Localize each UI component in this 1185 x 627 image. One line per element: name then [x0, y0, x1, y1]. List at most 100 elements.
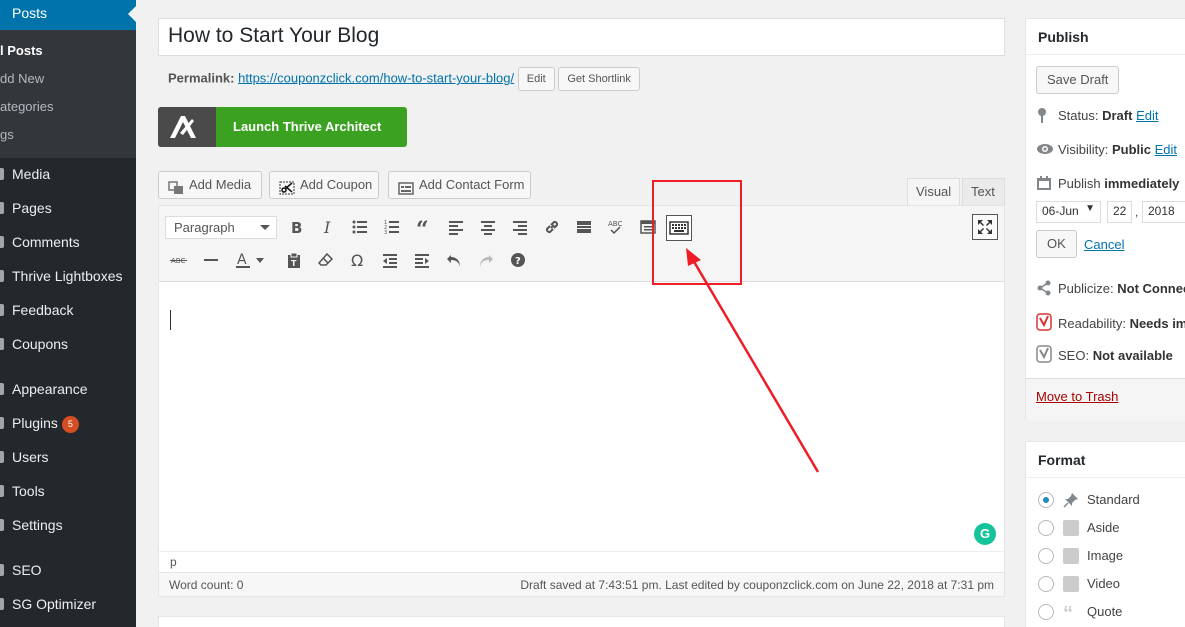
sidebar-item-users[interactable]: Users: [0, 444, 136, 470]
format-select[interactable]: Paragraph: [165, 216, 277, 239]
publish-actions: Move to Trash: [1026, 378, 1185, 421]
edit-permalink-button[interactable]: Edit: [517, 67, 555, 91]
format-option-standard[interactable]: Standard: [1038, 490, 1140, 510]
submenu-categories[interactable]: ategories: [0, 97, 136, 117]
align-right-icon[interactable]: [508, 215, 532, 239]
radio-image[interactable]: [1038, 548, 1054, 564]
date-separator: ,: [1135, 205, 1139, 219]
italic-button[interactable]: I: [316, 215, 340, 239]
video-icon: [1063, 576, 1079, 592]
undo-icon[interactable]: [442, 248, 466, 272]
sidebar-item-comments[interactable]: Comments: [0, 229, 136, 255]
thrive-logo-icon: [158, 107, 216, 147]
add-coupon-button[interactable]: Add Coupon: [269, 171, 379, 199]
radio-standard[interactable]: [1038, 492, 1054, 508]
radio-aside[interactable]: [1038, 520, 1054, 536]
submenu-add-new[interactable]: dd New: [0, 69, 136, 89]
radio-quote[interactable]: [1038, 604, 1054, 620]
annotation-highlight-box: [652, 180, 742, 285]
year-input[interactable]: 2018: [1142, 201, 1185, 223]
post-title-input[interactable]: How to Start Your Blog: [158, 18, 1005, 56]
feedback-icon: [0, 304, 4, 316]
yoast-red-icon: [1036, 313, 1052, 331]
indent-icon[interactable]: [410, 248, 434, 272]
sidebar-item-settings[interactable]: Settings: [0, 512, 136, 538]
format-option-quote[interactable]: “Quote: [1038, 602, 1122, 625]
tab-visual[interactable]: Visual: [907, 178, 960, 205]
clear-formatting-icon[interactable]: [314, 248, 338, 272]
sidebar-item-sg-optimizer[interactable]: SG Optimizer: [0, 591, 136, 617]
strikethrough-icon[interactable]: ABC: [167, 248, 191, 272]
pushpin-icon: [1063, 492, 1079, 508]
sidebar-item-coupons[interactable]: Coupons: [0, 331, 136, 357]
admin-sidebar: Posts l Posts dd New ategories gs Media …: [0, 0, 136, 627]
outdent-icon[interactable]: [378, 248, 402, 272]
permalink-link[interactable]: https://couponzclick.com/how-to-start-yo…: [238, 70, 514, 85]
tab-text[interactable]: Text: [962, 178, 1005, 205]
posts-submenu: l Posts dd New ategories gs: [0, 30, 136, 158]
numbered-list-icon[interactable]: 123: [380, 215, 404, 239]
sidebar-item-plugins[interactable]: Plugins 5: [0, 410, 136, 436]
format-panel: Format Standard Aside Image Video “Quote: [1025, 441, 1185, 627]
horizontal-line-icon[interactable]: [199, 248, 223, 272]
comments-icon: [0, 236, 4, 248]
text-color-icon[interactable]: A: [231, 248, 255, 272]
edit-status-link[interactable]: Edit: [1136, 108, 1158, 123]
editor-content-area[interactable]: G: [159, 283, 1004, 551]
launch-thrive-architect-button[interactable]: Launch Thrive Architect: [158, 107, 407, 147]
blockquote-icon[interactable]: “: [412, 215, 436, 239]
sidebar-item-media[interactable]: Media: [0, 161, 136, 187]
sidebar-item-posts[interactable]: Posts: [0, 0, 136, 30]
calendar-icon: [1036, 175, 1052, 191]
add-contact-form-button[interactable]: Add Contact Form: [388, 171, 531, 199]
get-shortlink-button[interactable]: Get Shortlink: [558, 67, 640, 91]
format-panel-title: Format: [1026, 442, 1185, 478]
yoast-gray-icon: [1036, 345, 1052, 363]
day-input[interactable]: 22: [1107, 201, 1132, 223]
help-icon[interactable]: ?: [506, 248, 530, 272]
cancel-link[interactable]: Cancel: [1084, 237, 1124, 252]
edit-visibility-link[interactable]: Edit: [1155, 142, 1177, 157]
format-option-image[interactable]: Image: [1038, 546, 1123, 566]
align-center-icon[interactable]: [476, 215, 500, 239]
text-color-dropdown-icon[interactable]: [253, 248, 267, 272]
bold-button[interactable]: B: [284, 215, 308, 239]
bullet-list-icon[interactable]: [348, 215, 372, 239]
sidebar-item-tools[interactable]: Tools: [0, 478, 136, 504]
status-row: Status: Draft Edit: [1036, 107, 1158, 123]
special-character-icon[interactable]: Ω: [346, 248, 370, 272]
sidebar-item-pages[interactable]: Pages: [0, 195, 136, 221]
sidebar-item-thrive-lightboxes[interactable]: Thrive Lightboxes: [0, 263, 136, 289]
publish-schedule-row: Publish immediately: [1036, 175, 1179, 191]
aside-icon: [1063, 520, 1079, 536]
paste-text-icon[interactable]: T: [282, 248, 306, 272]
sidebar-item-appearance[interactable]: Appearance: [0, 376, 136, 402]
quote-icon: “: [1063, 603, 1073, 625]
add-media-button[interactable]: Add Media: [158, 171, 262, 199]
format-option-video[interactable]: Video: [1038, 574, 1120, 594]
pages-icon: [0, 202, 4, 214]
format-option-aside[interactable]: Aside: [1038, 518, 1120, 538]
radio-video[interactable]: [1038, 576, 1054, 592]
submenu-all-posts[interactable]: l Posts: [0, 41, 136, 61]
read-more-icon[interactable]: [572, 215, 596, 239]
submenu-tags[interactable]: gs: [0, 125, 136, 145]
save-draft-button[interactable]: Save Draft: [1036, 66, 1120, 94]
month-select[interactable]: 06-Jun ▼: [1036, 201, 1101, 223]
fullscreen-button[interactable]: [972, 214, 998, 240]
grammarly-icon[interactable]: G: [974, 523, 996, 545]
spellcheck-icon[interactable]: ABC: [604, 215, 628, 239]
sidebar-item-seo[interactable]: SEO: [0, 557, 136, 583]
ok-button[interactable]: OK: [1036, 230, 1077, 258]
publish-panel: Publish Save Draft Status: Draft Edit Vi…: [1025, 18, 1185, 421]
sidebar-item-feedback[interactable]: Feedback: [0, 297, 136, 323]
fullscreen-icon: [978, 220, 992, 234]
align-left-icon[interactable]: [444, 215, 468, 239]
move-to-trash-link[interactable]: Move to Trash: [1036, 389, 1118, 404]
share-icon: [1036, 280, 1052, 296]
svg-text:3: 3: [384, 230, 387, 235]
permalink-row: Permalink: https://couponzclick.com/how-…: [168, 67, 640, 91]
redo-icon[interactable]: [474, 248, 498, 272]
link-icon[interactable]: [540, 215, 564, 239]
editor-path: p: [159, 551, 1004, 572]
